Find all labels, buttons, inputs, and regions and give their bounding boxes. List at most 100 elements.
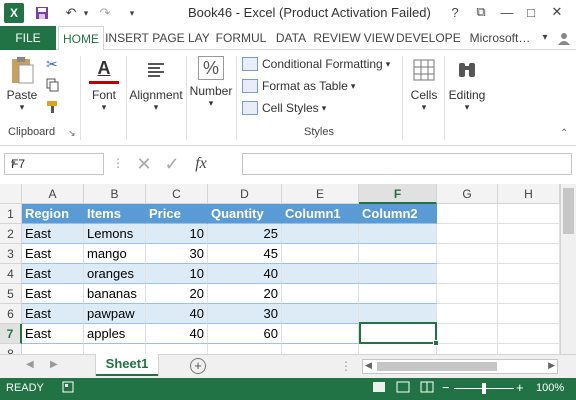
row-header-7[interactable]: 7 <box>0 324 22 344</box>
row-header-5[interactable]: 5 <box>0 284 22 304</box>
customize-qat-icon[interactable]: ▾ <box>124 3 140 23</box>
macro-record-icon[interactable] <box>62 381 74 396</box>
row-header-8[interactable]: 8 <box>0 344 22 354</box>
column-header-h[interactable]: H <box>498 184 560 204</box>
sheet-tab-sheet1[interactable]: Sheet1 <box>96 354 158 376</box>
fill-handle[interactable] <box>433 340 439 346</box>
user-avatar-icon[interactable] <box>556 26 572 50</box>
conditional-formatting-button[interactable]: Conditional Formatting ▾ <box>242 54 390 74</box>
redo-icon[interactable]: ↷ <box>96 3 114 23</box>
name-box[interactable]: F7 ▾ <box>4 153 104 175</box>
account-dropdown-icon[interactable]: ▾ <box>538 26 552 50</box>
tab-developer[interactable]: DEVELOPE <box>396 26 460 50</box>
table-cell[interactable] <box>359 244 437 264</box>
table-cell[interactable]: oranges <box>84 264 146 284</box>
tab-data[interactable]: DATA <box>272 26 310 50</box>
empty-cell[interactable] <box>498 264 560 284</box>
row-header-1[interactable]: 1 <box>0 204 22 224</box>
table-cell[interactable] <box>359 304 437 324</box>
table-cell[interactable]: 40 <box>208 264 282 284</box>
cells-button[interactable]: Cells ▾ <box>406 56 442 113</box>
empty-cell[interactable] <box>498 304 560 324</box>
zoom-level[interactable]: 100% <box>536 382 564 394</box>
undo-icon[interactable]: ↶ <box>62 3 80 23</box>
table-cell[interactable] <box>359 284 437 304</box>
column-header-f[interactable]: F <box>359 184 437 204</box>
excel-app-icon[interactable]: X <box>4 3 24 23</box>
table-cell[interactable]: 60 <box>208 324 282 344</box>
worksheet-grid[interactable]: ABCDEFGH 12345678 Region Items Price Quanti… <box>0 184 576 354</box>
table-cell[interactable]: 30 <box>208 304 282 324</box>
close-button[interactable]: ✕ <box>546 2 568 22</box>
row-header-3[interactable]: 3 <box>0 244 22 264</box>
table-cell[interactable]: mango <box>84 244 146 264</box>
column-header-e[interactable]: E <box>282 184 359 204</box>
zoom-out-button[interactable]: − <box>442 380 450 395</box>
empty-cell[interactable] <box>282 344 359 354</box>
ribbon-display-options-button[interactable]: ⧉ <box>470 2 492 22</box>
empty-cell[interactable] <box>208 344 282 354</box>
column-header-g[interactable]: G <box>437 184 498 204</box>
table-cell[interactable]: East <box>22 324 84 344</box>
zoom-in-button[interactable]: + <box>516 380 524 395</box>
column-header-a[interactable]: A <box>22 184 84 204</box>
table-cell[interactable]: 40 <box>146 324 208 344</box>
save-icon[interactable] <box>32 3 52 23</box>
column-header-c[interactable]: C <box>146 184 208 204</box>
vertical-scroll-thumb[interactable] <box>563 188 574 234</box>
select-all-corner[interactable] <box>0 184 22 204</box>
insert-function-icon[interactable]: fx <box>186 155 216 173</box>
table-header-cell[interactable]: Region <box>22 204 84 224</box>
empty-cell[interactable] <box>498 324 560 344</box>
table-header-cell[interactable]: Price <box>146 204 208 224</box>
zoom-slider-thumb[interactable] <box>482 383 486 394</box>
table-cell[interactable]: East <box>22 304 84 324</box>
table-header-cell[interactable]: Items <box>84 204 146 224</box>
tab-split-handle-icon[interactable]: ⋮ <box>340 359 352 373</box>
format-painter-icon[interactable] <box>46 100 64 118</box>
row-header-6[interactable]: 6 <box>0 304 22 324</box>
table-cell[interactable]: 10 <box>146 224 208 244</box>
table-cell[interactable]: Lemons <box>84 224 146 244</box>
table-cell[interactable]: East <box>22 264 84 284</box>
empty-cell[interactable] <box>437 204 498 224</box>
empty-cell[interactable] <box>437 304 498 324</box>
add-sheet-icon[interactable]: + <box>190 358 206 374</box>
table-cell[interactable]: East <box>22 244 84 264</box>
table-cell[interactable] <box>282 264 359 284</box>
row-header-2[interactable]: 2 <box>0 224 22 244</box>
cut-icon[interactable]: ✂ <box>46 56 64 74</box>
table-header-cell[interactable]: Quantity <box>208 204 282 224</box>
tab-home[interactable]: HOME <box>58 26 104 51</box>
empty-cell[interactable] <box>437 344 498 354</box>
empty-cell[interactable] <box>498 204 560 224</box>
vertical-scrollbar[interactable] <box>560 184 576 354</box>
table-cell[interactable]: 25 <box>208 224 282 244</box>
tab-formulas[interactable]: FORMUL <box>212 26 270 50</box>
tab-insert[interactable]: INSERT <box>104 26 150 50</box>
cancel-icon[interactable]: ✕ <box>130 154 158 175</box>
empty-cell[interactable] <box>437 264 498 284</box>
clipboard-launcher-icon[interactable]: ↘ <box>68 128 76 139</box>
tab-page-layout[interactable]: PAGE LAY <box>150 26 212 50</box>
scroll-right-icon[interactable]: ▶ <box>548 360 555 371</box>
tab-file[interactable]: FILE <box>0 26 56 50</box>
empty-cell[interactable] <box>437 284 498 304</box>
empty-cell[interactable] <box>22 344 84 354</box>
sheet-prev-icon[interactable]: ◀ <box>26 359 34 370</box>
formula-input[interactable] <box>242 153 572 175</box>
table-cell[interactable] <box>359 264 437 284</box>
table-cell[interactable]: 20 <box>208 284 282 304</box>
tab-review[interactable]: REVIEW <box>312 26 362 50</box>
empty-cell[interactable] <box>359 344 437 354</box>
table-cell[interactable]: 40 <box>146 304 208 324</box>
empty-cell[interactable] <box>498 344 560 354</box>
help-button[interactable]: ? <box>444 2 466 22</box>
empty-cell[interactable] <box>437 324 498 344</box>
empty-cell[interactable] <box>498 224 560 244</box>
empty-cell[interactable] <box>146 344 208 354</box>
table-header-cell[interactable]: Column2 <box>359 204 437 224</box>
table-cell[interactable]: bananas <box>84 284 146 304</box>
tab-view[interactable]: VIEW <box>362 26 396 50</box>
tab-microsoft[interactable]: Microsoft… <box>464 26 536 50</box>
